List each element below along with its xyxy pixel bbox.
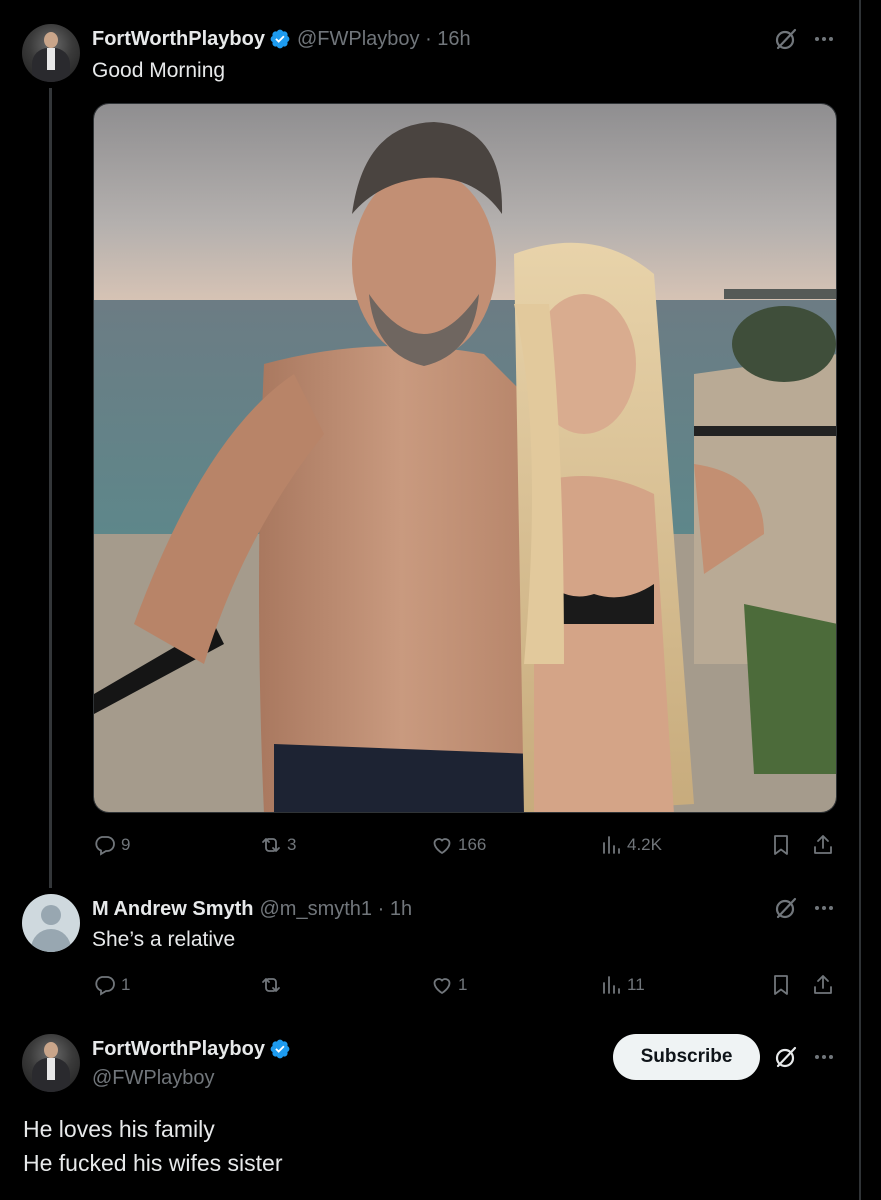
more-icon[interactable] bbox=[812, 896, 836, 920]
like-icon bbox=[433, 978, 451, 995]
reply-button[interactable]: 1 bbox=[93, 973, 130, 997]
views-button[interactable]: 11 bbox=[599, 973, 645, 997]
views-icon bbox=[603, 836, 620, 854]
more-icon[interactable] bbox=[812, 27, 836, 51]
thread-line bbox=[49, 88, 52, 888]
repost-button[interactable] bbox=[259, 973, 287, 997]
like-button[interactable]: 166 bbox=[430, 833, 486, 857]
author-handle[interactable]: @m_smyth1 · 1h bbox=[260, 897, 413, 921]
repost-count: 3 bbox=[287, 835, 297, 854]
avatar[interactable] bbox=[22, 1034, 80, 1092]
tweet-text: Good Morning bbox=[92, 59, 226, 82]
views-count: 11 bbox=[627, 975, 645, 994]
tweet-actions: 9 3 166 4.2K bbox=[93, 833, 843, 859]
avatar[interactable] bbox=[22, 24, 80, 82]
author-handle-row: @FWPlayboy bbox=[92, 1066, 215, 1090]
verified-badge-icon bbox=[270, 29, 290, 49]
author-handle[interactable]: @FWPlayboy bbox=[92, 1066, 215, 1090]
repost-icon bbox=[262, 838, 280, 852]
tweet-text-line-1: He loves his family bbox=[23, 1116, 215, 1142]
bookmark-icon bbox=[774, 975, 788, 995]
subscribe-button[interactable]: Subscribe bbox=[613, 1034, 760, 1080]
more-icon[interactable] bbox=[812, 1045, 836, 1069]
reply-count: 1 bbox=[121, 975, 131, 994]
grok-icon[interactable] bbox=[774, 27, 798, 51]
author-name[interactable]: FortWorthPlayboy bbox=[92, 27, 265, 51]
reply-text: She’s a relative bbox=[92, 928, 236, 951]
bookmark-button[interactable] bbox=[769, 973, 793, 997]
repost-icon bbox=[262, 978, 280, 992]
bookmark-button[interactable] bbox=[769, 833, 793, 857]
share-button[interactable] bbox=[811, 973, 835, 997]
views-button[interactable]: 4.2K bbox=[599, 833, 662, 857]
photo-image bbox=[94, 104, 836, 812]
share-icon bbox=[814, 835, 832, 854]
grok-icon[interactable] bbox=[774, 896, 798, 920]
bookmark-icon bbox=[774, 835, 788, 855]
like-count: 1 bbox=[458, 975, 468, 994]
repost-button[interactable]: 3 bbox=[259, 833, 296, 857]
reply-icon bbox=[95, 976, 115, 996]
reply-icon bbox=[95, 836, 115, 856]
like-button[interactable]: 1 bbox=[430, 973, 467, 997]
tweet-text-line-2: He fucked his wifes sister bbox=[23, 1150, 283, 1176]
reply-actions: 1 1 11 bbox=[93, 973, 843, 999]
avatar[interactable] bbox=[22, 894, 80, 952]
tweet-header: FortWorthPlayboy @FWPlayboy · 16h bbox=[92, 27, 471, 51]
author-name[interactable]: M Andrew Smyth bbox=[92, 897, 254, 921]
share-icon bbox=[814, 975, 832, 994]
author-handle[interactable]: @FWPlayboy · 16h bbox=[297, 27, 471, 51]
tweet-header: FortWorthPlayboy bbox=[92, 1037, 291, 1061]
like-icon bbox=[433, 838, 451, 855]
reply-count: 9 bbox=[121, 835, 131, 854]
views-icon bbox=[603, 976, 620, 994]
like-count: 166 bbox=[458, 835, 487, 854]
grok-icon[interactable] bbox=[774, 1045, 798, 1069]
reply-header: M Andrew Smyth @m_smyth1 · 1h bbox=[92, 897, 412, 921]
timeline-border bbox=[859, 0, 861, 1200]
views-count: 4.2K bbox=[627, 835, 662, 854]
tweet-photo[interactable] bbox=[93, 103, 837, 813]
reply-button[interactable]: 9 bbox=[93, 833, 130, 857]
share-button[interactable] bbox=[811, 833, 835, 857]
verified-badge-icon bbox=[270, 1039, 290, 1059]
author-name[interactable]: FortWorthPlayboy bbox=[92, 1037, 265, 1061]
